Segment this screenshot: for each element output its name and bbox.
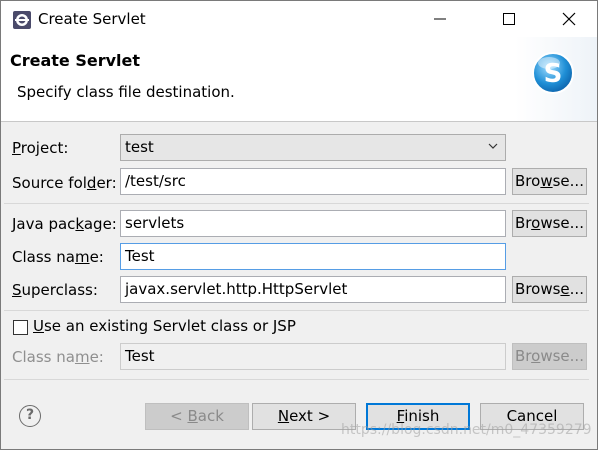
use-existing-checkbox[interactable]	[13, 320, 28, 335]
banner-separator	[1, 121, 597, 122]
close-button[interactable]	[546, 1, 592, 37]
java-package-browse-button[interactable]: Browse...	[512, 210, 587, 237]
project-select-value: test	[125, 138, 154, 156]
close-icon	[562, 12, 576, 26]
existing-class-browse-button: Browse...	[512, 343, 587, 370]
separator	[4, 310, 589, 311]
source-folder-label: Source folder:	[12, 174, 117, 192]
minimize-icon	[434, 18, 446, 20]
maximize-icon	[503, 13, 515, 25]
window-title: Create Servlet	[38, 10, 146, 28]
project-select[interactable]: test	[120, 134, 506, 161]
source-folder-field[interactable]: /test/src	[120, 168, 506, 195]
java-package-field[interactable]: servlets	[120, 210, 506, 237]
watermark-text: https://blog.csdn.net/m0_47359279	[341, 422, 592, 438]
separator	[4, 203, 589, 204]
maximize-button[interactable]	[486, 1, 532, 37]
class-name-label: Class name:	[12, 248, 104, 266]
svg-text:S: S	[544, 59, 563, 89]
project-label: Project:	[12, 139, 69, 157]
create-servlet-dialog: Create Servlet Create Servlet Specify cl…	[0, 0, 598, 450]
existing-class-name-label: Class name:	[12, 348, 104, 366]
help-icon: ?	[25, 407, 35, 423]
source-folder-browse-button[interactable]: Browse...	[512, 168, 587, 195]
footer-separator	[4, 379, 589, 380]
servlet-logo-icon: S	[515, 37, 597, 121]
superclass-field[interactable]: javax.servlet.http.HttpServlet	[120, 276, 506, 303]
use-existing-label[interactable]: Use an existing Servlet class or JSP	[33, 317, 296, 335]
superclass-label: Superclass:	[12, 281, 98, 299]
help-button[interactable]: ?	[19, 405, 41, 427]
back-button: < Back	[145, 403, 249, 430]
existing-class-name-field: Test	[120, 343, 506, 370]
banner-description: Specify class file destination.	[17, 83, 235, 101]
title-bar: Create Servlet	[1, 1, 597, 37]
minimize-button[interactable]	[417, 1, 463, 37]
wizard-banner: Create Servlet Specify class file destin…	[1, 37, 597, 121]
chevron-down-icon	[488, 143, 498, 149]
superclass-browse-button[interactable]: Browse...	[512, 276, 587, 303]
java-package-label: Java package:	[12, 215, 117, 233]
class-name-field[interactable]: Test	[120, 243, 506, 270]
banner-title: Create Servlet	[10, 51, 141, 70]
eclipse-app-icon	[13, 11, 31, 29]
